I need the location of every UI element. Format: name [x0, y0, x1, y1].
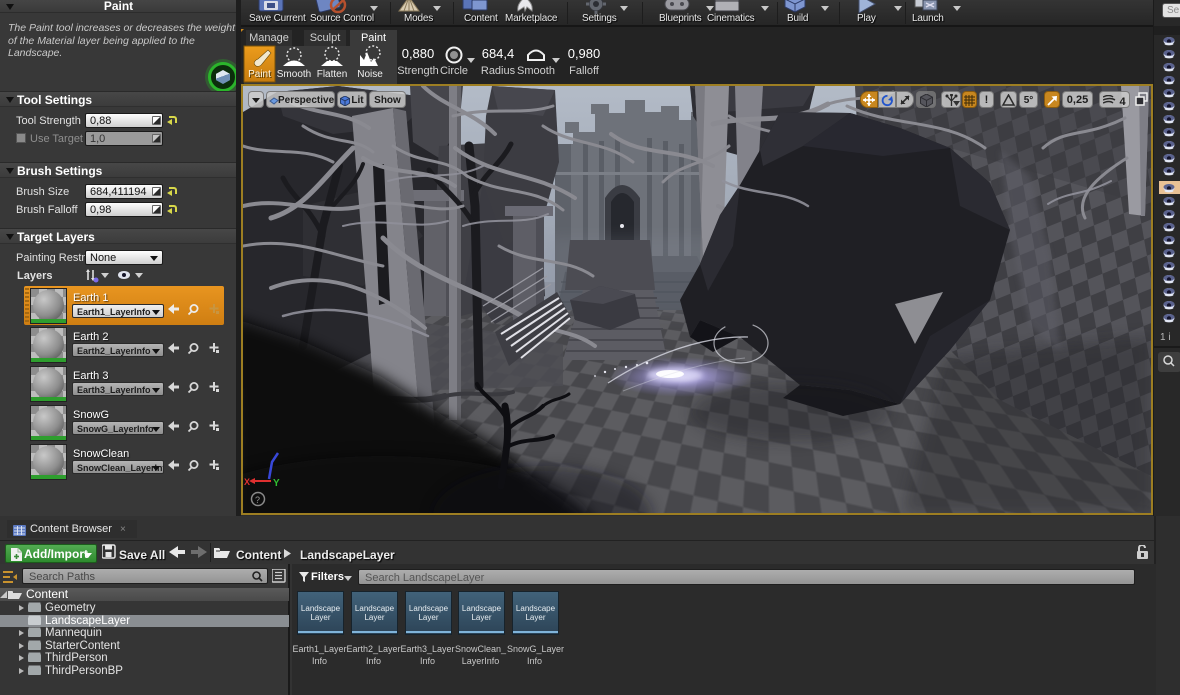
svg-text:Falloff: Falloff: [569, 65, 600, 77]
svg-text:Flatten: Flatten: [317, 69, 348, 80]
svg-text:0,880: 0,880: [402, 46, 435, 61]
svg-text:684,4: 684,4: [482, 46, 515, 61]
svg-text:Paint: Paint: [248, 69, 271, 80]
svg-text:Y: Y: [273, 478, 280, 489]
svg-text:?: ?: [255, 495, 260, 505]
svg-text:X: X: [244, 477, 250, 487]
svg-text:Noise: Noise: [357, 69, 383, 80]
svg-text:Radius: Radius: [481, 65, 516, 77]
svg-text:Strength: Strength: [397, 65, 439, 77]
svg-text:Smooth: Smooth: [277, 69, 311, 80]
svg-text:Smooth: Smooth: [517, 65, 555, 77]
svg-text:Circle: Circle: [440, 65, 468, 77]
svg-text:1 i: 1 i: [1160, 332, 1171, 343]
svg-text:0,980: 0,980: [568, 46, 601, 61]
